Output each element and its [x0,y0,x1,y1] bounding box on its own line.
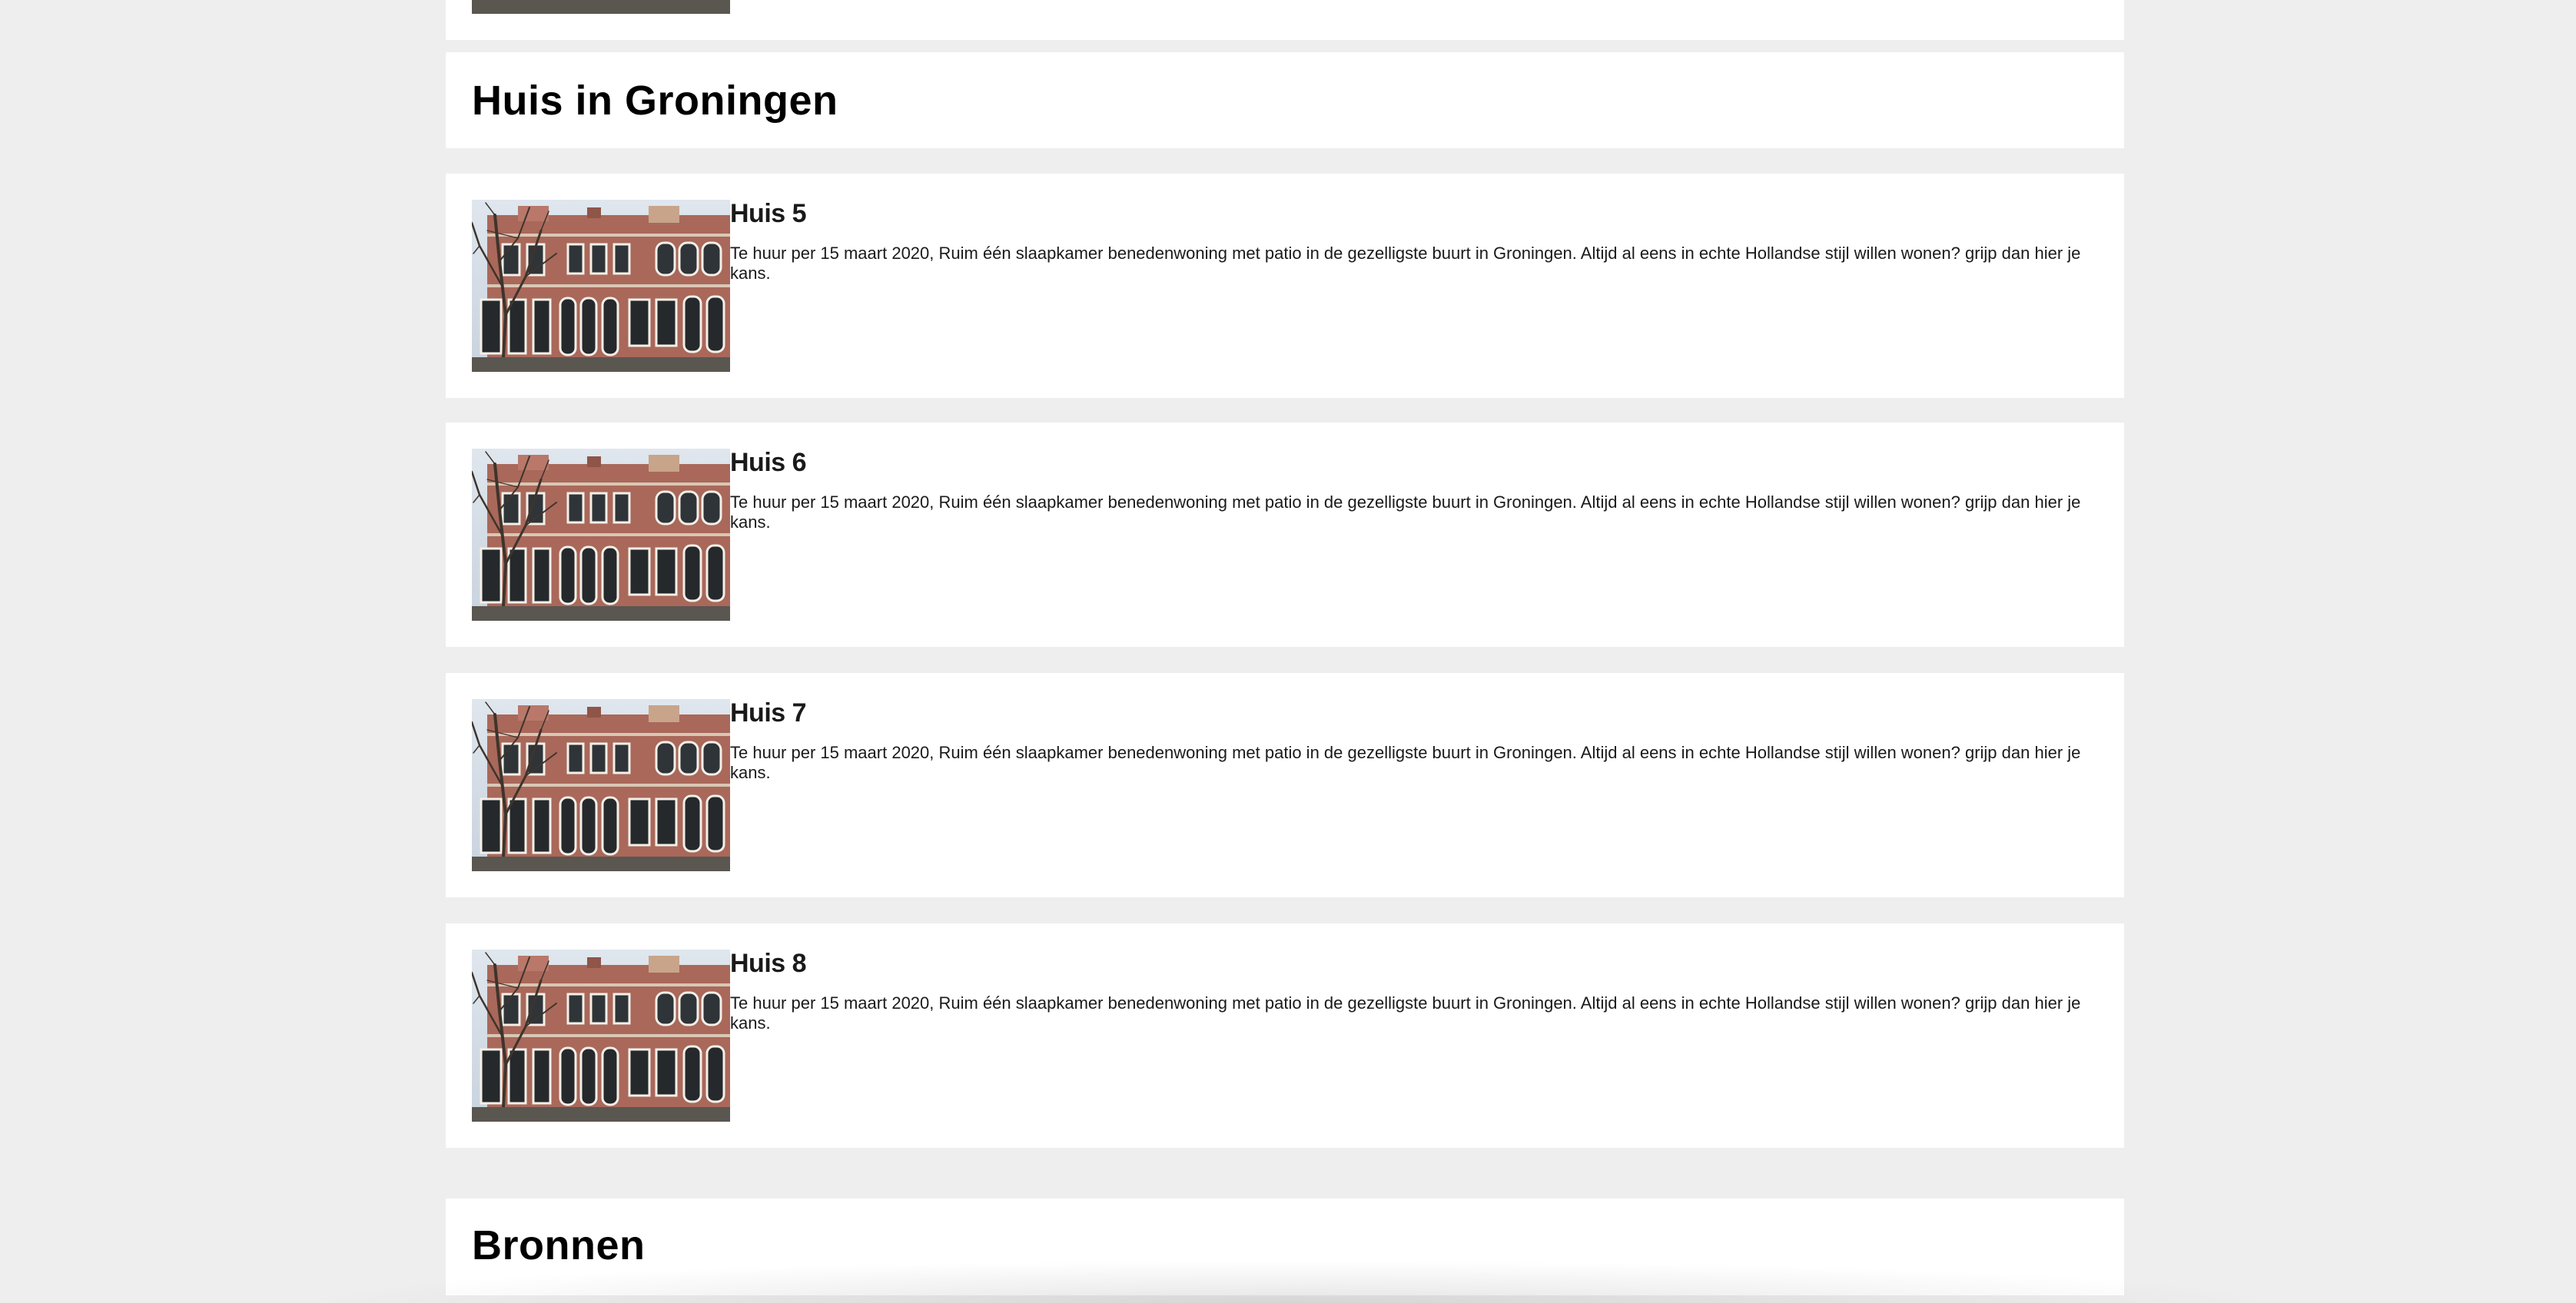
section-title: Bronnen [472,1222,646,1268]
listing-info: Huis 8 Te huur per 15 maart 2020, Ruim é… [730,949,2101,1033]
house-photo[interactable] [472,449,730,621]
listing-description: Te huur per 15 maart 2020, Ruim één slaa… [730,743,2081,783]
house-photo[interactable] [472,699,730,871]
listing-title[interactable]: Huis 8 [730,949,2101,978]
listing-description: Te huur per 15 maart 2020, Ruim één slaa… [730,492,2081,532]
section-header-groningen: Huis in Groningen [446,52,2124,148]
listing-card[interactable]: Huis 6 Te huur per 15 maart 2020, Ruim é… [446,423,2124,647]
house-photo[interactable] [472,200,730,372]
house-photo[interactable] [472,950,730,1122]
previous-listing-card [446,0,2124,40]
section-header-sources: Bronnen [446,1199,2124,1295]
section-title: Huis in Groningen [472,78,838,124]
listing-info: Huis 7 Te huur per 15 maart 2020, Ruim é… [730,698,2101,783]
listing-card[interactable]: Huis 8 Te huur per 15 maart 2020, Ruim é… [446,923,2124,1148]
listing-title[interactable]: Huis 5 [730,199,2101,228]
listing-card[interactable]: Huis 5 Te huur per 15 maart 2020, Ruim é… [446,174,2124,398]
listing-description: Te huur per 15 maart 2020, Ruim één slaa… [730,993,2081,1033]
house-photo [472,0,730,14]
listing-title[interactable]: Huis 6 [730,448,2101,477]
listing-info: Huis 6 Te huur per 15 maart 2020, Ruim é… [730,448,2101,532]
listing-title[interactable]: Huis 7 [730,698,2101,728]
listing-info: Huis 5 Te huur per 15 maart 2020, Ruim é… [730,199,2101,283]
listing-card[interactable]: Huis 7 Te huur per 15 maart 2020, Ruim é… [446,673,2124,897]
listing-description: Te huur per 15 maart 2020, Ruim één slaa… [730,244,2081,283]
